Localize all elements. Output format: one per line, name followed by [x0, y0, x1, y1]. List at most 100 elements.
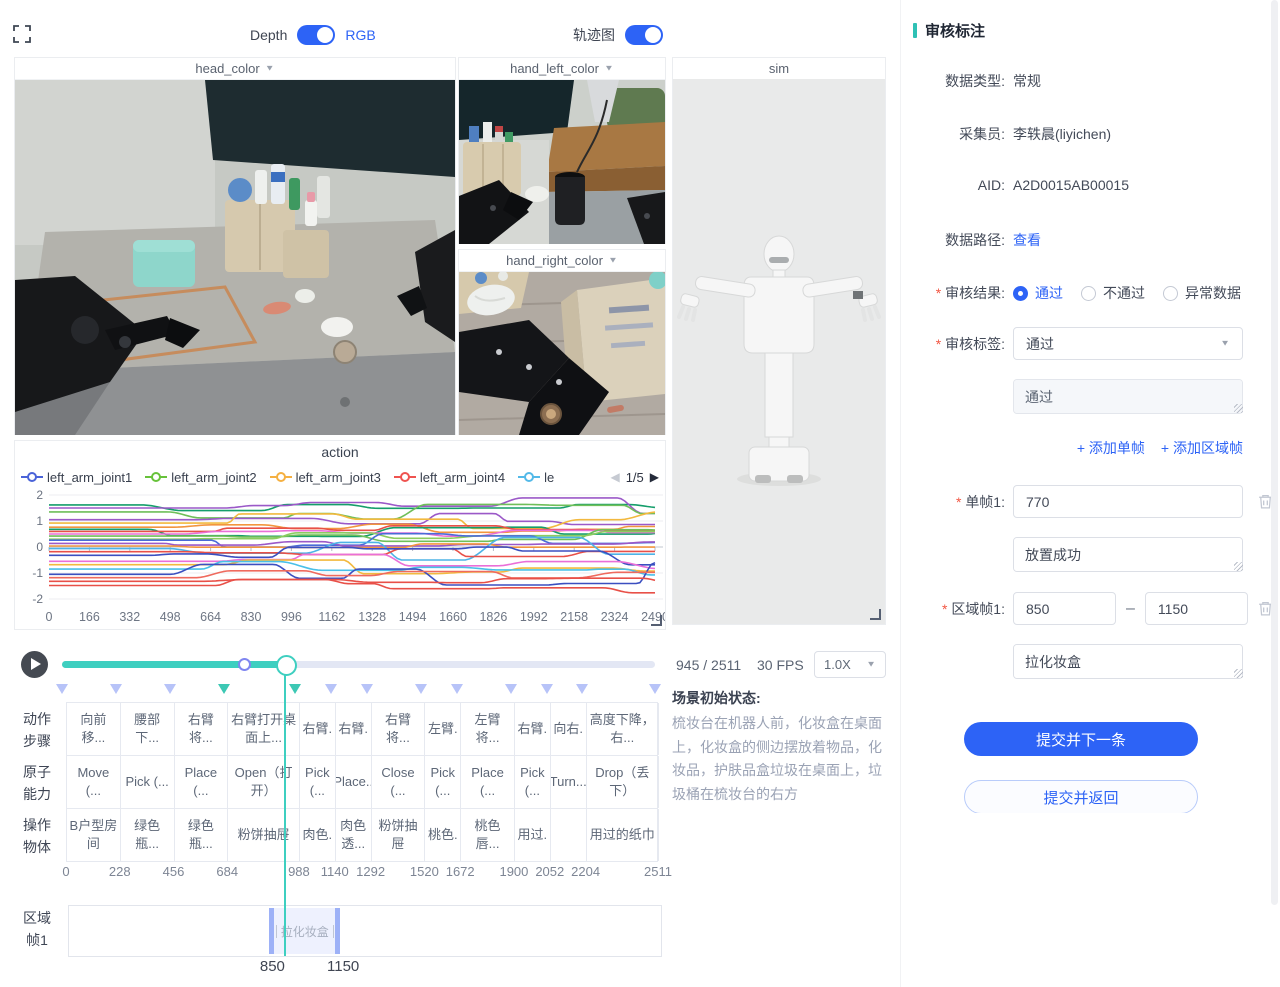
step-cell[interactable]: Drop（丢下）: [587, 756, 659, 808]
step-cell[interactable]: Close (...: [372, 756, 426, 808]
timeline-boundary-marker[interactable]: [218, 684, 230, 694]
table-row-label: 动作步骤: [20, 709, 54, 752]
timeline-boundary-marker[interactable]: [649, 684, 661, 694]
review-result-option-不通过[interactable]: 不通过: [1081, 283, 1145, 303]
submit-return-button[interactable]: 提交并返回: [964, 780, 1198, 813]
region-frame-track[interactable]: 拉化妆盒: [68, 905, 662, 957]
single-frame-note-textarea[interactable]: 放置成功: [1013, 537, 1243, 572]
step-cell[interactable]: 桃色.: [425, 809, 461, 861]
step-cell[interactable]: 肉色透...: [336, 809, 372, 861]
step-cell[interactable]: 桃色唇...: [461, 809, 515, 861]
timeline-boundary-marker[interactable]: [56, 684, 68, 694]
region-end-input[interactable]: [1145, 592, 1248, 625]
legend-next-icon[interactable]: ▶: [650, 470, 659, 484]
review-result-option-异常数据[interactable]: 异常数据: [1163, 283, 1241, 303]
add-single-frame-link[interactable]: + 添加单帧: [1077, 438, 1145, 458]
step-cell[interactable]: 右臂.: [300, 703, 336, 755]
step-cell[interactable]: Place..: [336, 756, 372, 808]
speed-select[interactable]: 1.0X ▼: [814, 651, 886, 678]
data-path-link[interactable]: 查看: [1013, 230, 1041, 250]
legend-item-left_arm_joint2[interactable]: left_arm_joint2: [145, 470, 256, 485]
step-cell[interactable]: 右臂.: [515, 703, 551, 755]
table-row-label: 原子能力: [20, 762, 54, 805]
step-cell[interactable]: 向右.: [551, 703, 587, 755]
legend-prev-icon[interactable]: ◀: [610, 470, 619, 484]
timeline-boundary-marker[interactable]: [415, 684, 427, 694]
legend-item-left_arm_joint4[interactable]: left_arm_joint4: [394, 470, 505, 485]
review-result-option-通过[interactable]: 通过: [1013, 283, 1063, 303]
timeline-boundary-marker[interactable]: [325, 684, 337, 694]
step-cell[interactable]: Pick (...: [425, 756, 461, 808]
step-cell[interactable]: 绿色瓶...: [175, 809, 229, 861]
hand-right-title-dropdown[interactable]: hand_right_color▼: [459, 250, 665, 272]
step-cell[interactable]: Open（打开）: [228, 756, 300, 808]
step-cell[interactable]: Move (...: [67, 756, 121, 808]
collector-row: 采集员: 李轶晨(liyichen): [901, 124, 1265, 144]
step-cell[interactable]: 右臂打开桌面上...: [228, 703, 300, 755]
playback-slider-handle[interactable]: [276, 655, 297, 676]
add-region-frame-link[interactable]: + 添加区域帧: [1161, 438, 1243, 458]
legend-item-left_arm_joint1[interactable]: left_arm_joint1: [21, 470, 132, 485]
timeline-boundary-marker[interactable]: [361, 684, 373, 694]
step-cell[interactable]: 右臂.: [336, 703, 372, 755]
fullscreen-icon[interactable]: [12, 24, 32, 44]
trajectory-toggle[interactable]: [625, 25, 663, 45]
timeline-boundary-marker[interactable]: [541, 684, 553, 694]
step-cell[interactable]: Place (...: [461, 756, 515, 808]
page-scrollbar[interactable]: [1271, 0, 1278, 905]
submit-next-button[interactable]: 提交并下一条: [964, 722, 1198, 756]
timeline-boundary-marker[interactable]: [576, 684, 588, 694]
step-cell[interactable]: 用过的纸巾: [587, 809, 659, 861]
legend-item-le[interactable]: le: [518, 470, 554, 485]
region-start-input[interactable]: [1013, 592, 1116, 625]
single-frame-marker-dot[interactable]: [238, 658, 251, 671]
timeline-boundary-marker[interactable]: [164, 684, 176, 694]
step-cell[interactable]: Pick (...: [515, 756, 551, 808]
resize-corner-icon[interactable]: [870, 609, 881, 620]
svg-text:-2: -2: [32, 592, 43, 606]
legend-item-left_arm_joint3[interactable]: left_arm_joint3: [270, 470, 381, 485]
action-line-chart: 210-1-2016633249866483099611621328149416…: [15, 489, 665, 631]
step-cell[interactable]: 左臂.: [425, 703, 461, 755]
timeline-boundary-marker[interactable]: [289, 684, 301, 694]
step-cell[interactable]: 绿色瓶...: [121, 809, 175, 861]
timeline-boundary-marker[interactable]: [451, 684, 463, 694]
region-frame-segment[interactable]: 拉化妆盒: [269, 908, 340, 954]
step-cell[interactable]: 高度下降，右...: [587, 703, 659, 755]
step-cell[interactable]: 向前移...: [67, 703, 121, 755]
sim-panel: sim: [672, 57, 886, 625]
step-cell[interactable]: 粉饼抽屉: [228, 809, 300, 861]
aid-label: AID:: [901, 177, 1005, 193]
timeline-boundary-marker[interactable]: [110, 684, 122, 694]
step-cell[interactable]: 粉饼抽屉: [372, 809, 426, 861]
resize-corner-icon[interactable]: [651, 615, 662, 626]
region-end-label: 1150: [327, 958, 359, 975]
head-camera-title-dropdown[interactable]: head_color▼: [15, 58, 455, 80]
review-title-text: 审核标注: [925, 20, 985, 41]
region-frame-row-label: 区域帧1: [20, 908, 54, 951]
depth-rgb-toggle[interactable]: [297, 25, 335, 45]
hand-left-title-dropdown[interactable]: hand_left_color▼: [459, 58, 665, 80]
step-cell[interactable]: 肉色.: [300, 809, 336, 861]
play-button[interactable]: [21, 651, 48, 678]
step-cell[interactable]: 左臂将...: [461, 703, 515, 755]
step-cell[interactable]: 右臂将...: [372, 703, 426, 755]
step-cell[interactable]: Pick (...: [300, 756, 336, 808]
step-cell[interactable]: 右臂将...: [175, 703, 229, 755]
single-frame-input[interactable]: [1013, 485, 1243, 518]
step-cell[interactable]: [551, 809, 587, 861]
chevron-down-icon: ▼: [604, 64, 614, 73]
step-cell[interactable]: 用过.: [515, 809, 551, 861]
step-cell[interactable]: B户型房间: [67, 809, 121, 861]
step-cell[interactable]: Pick (...: [121, 756, 175, 808]
review-tag-select[interactable]: 通过 ▼: [1013, 327, 1243, 360]
tag-note-textarea[interactable]: 通过: [1013, 379, 1243, 414]
speed-value: 1.0X: [824, 657, 851, 672]
hand-left-camera-panel: hand_left_color▼: [458, 57, 666, 244]
tag-note-row: 通过: [901, 379, 1265, 414]
step-cell[interactable]: Place (...: [175, 756, 229, 808]
region-note-textarea[interactable]: 拉化妆盒: [1013, 644, 1243, 679]
timeline-boundary-marker[interactable]: [505, 684, 517, 694]
step-cell[interactable]: 腰部下...: [121, 703, 175, 755]
step-cell[interactable]: Turn...: [551, 756, 587, 808]
